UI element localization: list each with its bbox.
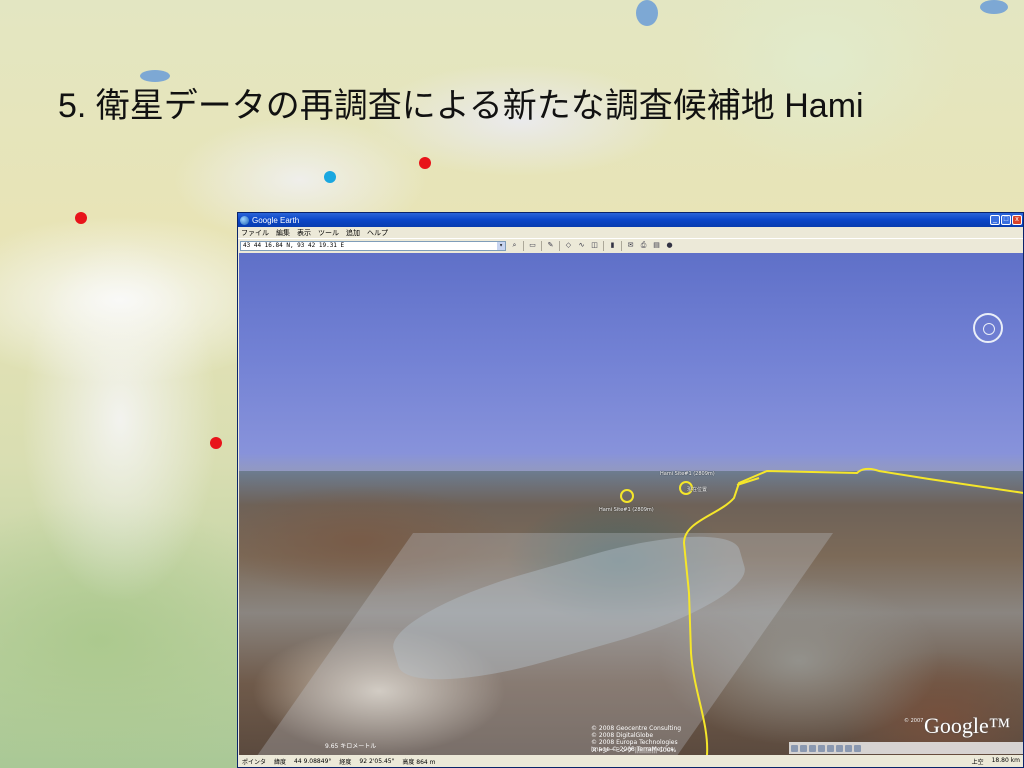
border-line	[682, 467, 1023, 755]
layer-icon[interactable]	[827, 744, 834, 752]
window-title: Google Earth	[252, 215, 300, 225]
placemark-label: 現在位置	[687, 487, 708, 493]
site-marker-blue	[324, 171, 336, 183]
site-marker-red	[210, 437, 222, 449]
logo-copyright: © 2007	[904, 718, 924, 724]
minimize-button[interactable]: _	[990, 215, 1000, 225]
menu-add[interactable]: 追加	[346, 228, 360, 238]
status-pointer-label: ポインタ	[242, 758, 267, 766]
placemark-icon[interactable]: ✎	[546, 241, 555, 250]
layer-icon[interactable]	[800, 744, 807, 752]
earth-3d-viewport[interactable]: Hami Site#1 (2809m) Hami Site#1 (2809m) …	[239, 253, 1023, 755]
status-elevation: 高度 864 m	[402, 758, 436, 766]
layer-icon[interactable]	[836, 744, 843, 752]
image-overlay-icon[interactable]: ◫	[590, 241, 599, 250]
map-icon[interactable]: ▤	[652, 241, 661, 250]
search-input[interactable]: 43 44 16.84 N, 93 42 19.31 E ▾	[240, 240, 506, 251]
status-lat-label: 緯度	[274, 758, 287, 766]
email-icon[interactable]: ✉	[626, 241, 635, 250]
layer-icon[interactable]	[791, 744, 798, 752]
status-lon-value: 92 2'05.45"	[359, 757, 395, 765]
polygon-icon[interactable]: ◇	[564, 241, 573, 250]
status-lon-label: 経度	[339, 758, 352, 766]
layer-icon[interactable]	[854, 744, 861, 752]
layer-icon[interactable]	[818, 744, 825, 752]
chevron-down-icon[interactable]: ▾	[497, 241, 505, 250]
site-marker-red	[419, 157, 431, 169]
search-input-value: 43 44 16.84 N, 93 42 19.31 E	[243, 241, 345, 249]
timeline-toolbar	[789, 742, 1023, 754]
menu-bar: ファイル 編集 表示 ツール 追加 ヘルプ	[238, 227, 1023, 238]
toolbar-separator	[621, 240, 622, 251]
toolbar-separator	[559, 240, 560, 251]
scale-label: 9.65 キロメートル	[325, 743, 377, 750]
status-mode: 上空	[971, 758, 984, 766]
layer-icon[interactable]	[809, 744, 816, 752]
window-titlebar[interactable]: Google Earth _ □ x	[238, 213, 1023, 227]
placemark-label: Hami Site#1 (2809m)	[599, 507, 654, 513]
site-placemark[interactable]	[620, 489, 634, 503]
google-earth-app-icon	[240, 215, 249, 225]
status-lat-value: 44 9.08849°	[294, 757, 332, 765]
streaming-indicator: ストリーミング ||||||||||| 100%	[591, 747, 677, 754]
status-bar: ポインタ 緯度 44 9.08849° 経度 92 2'05.45" 高度 86…	[239, 755, 1023, 767]
menu-file[interactable]: ファイル	[241, 228, 269, 238]
menu-help[interactable]: ヘルプ	[367, 228, 388, 238]
navigation-compass[interactable]	[973, 313, 1003, 343]
toolbar-separator	[523, 240, 524, 251]
print-icon[interactable]: ⎙	[639, 241, 648, 250]
menu-edit[interactable]: 編集	[276, 228, 290, 238]
sidebar-toggle-icon[interactable]: ▭	[528, 241, 537, 250]
path-icon[interactable]: ∿	[577, 241, 586, 250]
status-eye-altitude: 18.80 km	[991, 756, 1020, 764]
ruler-icon[interactable]: ▮	[608, 241, 617, 250]
lake	[980, 0, 1008, 14]
site-marker-red	[75, 212, 87, 224]
close-button[interactable]: x	[1012, 215, 1022, 225]
google-earth-window: Google Earth _ □ x ファイル 編集 表示 ツール 追加 ヘルプ…	[237, 212, 1024, 768]
slide-title: 5. 衛星データの再調査による新たな調査候補地 Hami	[58, 87, 864, 125]
lake	[636, 0, 658, 26]
maps-link-icon[interactable]: ●	[665, 241, 674, 250]
menu-tools[interactable]: ツール	[318, 228, 339, 238]
toolbar: 43 44 16.84 N, 93 42 19.31 E ▾ ⌕ ▭ ✎ ◇ ∿…	[238, 238, 1023, 252]
search-icon[interactable]: ⌕	[510, 241, 519, 250]
toolbar-separator	[541, 240, 542, 251]
layer-icon[interactable]	[845, 744, 852, 752]
google-logo: Google™	[924, 713, 1011, 738]
toolbar-separator	[603, 240, 604, 251]
maximize-button[interactable]: □	[1001, 215, 1011, 225]
placemark-label: Hami Site#1 (2809m)	[660, 471, 715, 477]
menu-view[interactable]: 表示	[297, 228, 311, 238]
